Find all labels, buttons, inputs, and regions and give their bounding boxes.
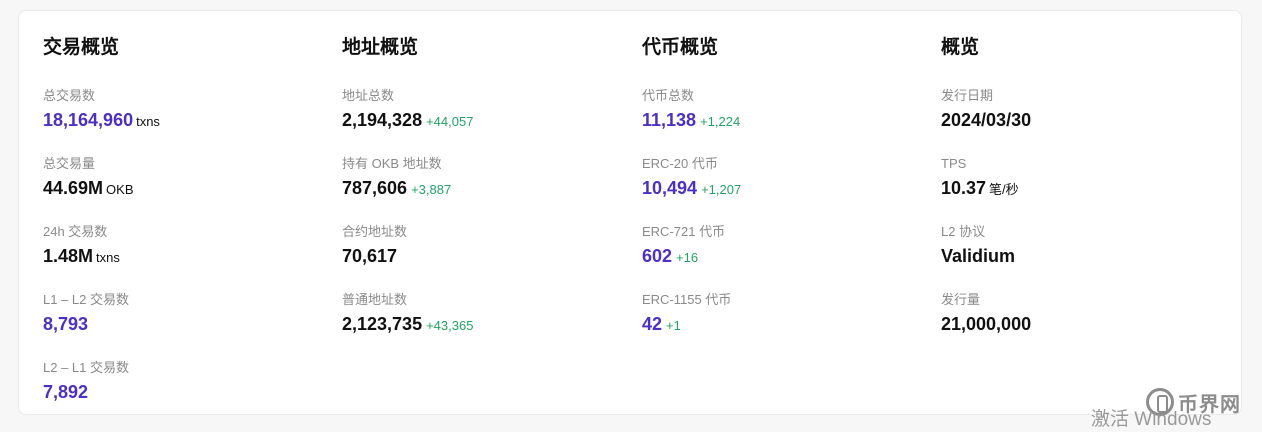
stat-total-volume: 总交易量 44.69M OKB (43, 154, 160, 222)
stat-label: 代币总数 (642, 88, 695, 103)
general-overview-section: 概览 发行日期 2024/03/30 TPS 10.37 笔/秒 L2 协议 Va… (941, 35, 1031, 358)
stat-total-transactions: 总交易数 18,164,960 txns (43, 86, 160, 154)
stat-erc721-tokens: ERC-721 代币 602 +16 (642, 222, 741, 290)
stat-value[interactable]: 18,164,960 (43, 110, 133, 130)
stat-unit: txns (96, 250, 120, 265)
stat-value[interactable]: 7,892 (43, 382, 88, 402)
stat-supply: 发行量 21,000,000 (941, 290, 1031, 358)
stat-label: 合约地址数 (342, 224, 408, 239)
section-title: 代币概览 (642, 37, 719, 58)
stat-value: 10.37 (941, 178, 987, 198)
stat-value[interactable]: 8,793 (43, 314, 88, 334)
stat-unit: 笔/秒 (989, 182, 1019, 197)
token-overview-section: 代币概览 代币总数 11,138 +1,224 ERC-20 代币 10,494 +… (642, 35, 741, 358)
stat-contract-addresses: 合约地址数 70,617 (342, 222, 473, 290)
section-title: 地址概览 (342, 37, 419, 58)
address-overview-section: 地址概览 地址总数 2,194,328 +44,057 持有 OKB 地址数 78… (342, 35, 473, 358)
stat-value[interactable]: 42 (642, 314, 662, 334)
stat-label: 发行量 (941, 292, 981, 307)
stat-l2-l1-transactions: L2 – L1 交易数 7,892 (43, 358, 160, 426)
stat-label: ERC-20 代币 (642, 156, 718, 171)
stat-total-addresses: 地址总数 2,194,328 +44,057 (342, 86, 473, 154)
stat-regular-addresses: 普通地址数 2,123,735 +43,365 (342, 290, 473, 358)
stat-value[interactable]: 11,138 (642, 110, 696, 130)
stat-okb-holders: 持有 OKB 地址数 787,606 +3,887 (342, 154, 473, 222)
stat-label: L1 – L2 交易数 (43, 292, 129, 307)
stat-label: ERC-1155 代币 (642, 292, 732, 307)
stat-label: ERC-721 代币 (642, 224, 726, 239)
stat-unit: OKB (106, 182, 134, 197)
stat-erc1155-tokens: ERC-1155 代币 42 +1 (642, 290, 741, 358)
overview-card: 交易概览 总交易数 18,164,960 txns 总交易量 44.69M OKB … (18, 10, 1242, 415)
page-bottom-background (0, 415, 1262, 430)
section-title: 概览 (941, 37, 980, 58)
stat-delta: +44,057 (426, 114, 474, 129)
stat-label: 总交易数 (43, 88, 96, 103)
stat-delta: +1 (666, 318, 681, 333)
stat-value: 2,194,328 (342, 110, 423, 130)
stat-label: 持有 OKB 地址数 (342, 156, 442, 171)
stat-value[interactable]: 602 (642, 246, 672, 266)
stat-label: 24h 交易数 (43, 224, 108, 239)
stat-label: 地址总数 (342, 88, 395, 103)
stat-l2-protocol: L2 协议 Validium (941, 222, 1031, 290)
stat-l1-l2-transactions: L1 – L2 交易数 8,793 (43, 290, 160, 358)
transaction-overview-section: 交易概览 总交易数 18,164,960 txns 总交易量 44.69M OKB … (43, 35, 160, 426)
stat-unit: txns (136, 114, 160, 129)
stat-label: 总交易量 (43, 156, 96, 171)
stat-delta: +43,365 (426, 318, 474, 333)
stat-label: 发行日期 (941, 88, 994, 103)
section-title: 交易概览 (43, 37, 120, 58)
stat-value: Validium (941, 246, 1016, 266)
stat-value: 2024/03/30 (941, 110, 1032, 130)
stat-delta: +3,887 (411, 182, 452, 197)
windows-activation-watermark: 激活 Windows (1091, 409, 1212, 430)
stat-erc20-tokens: ERC-20 代币 10,494 +1,207 (642, 154, 741, 222)
stat-value: 44.69M (43, 178, 104, 198)
stat-delta: +1,224 (700, 114, 741, 129)
stat-launch-date: 发行日期 2024/03/30 (941, 86, 1031, 154)
stat-value: 21,000,000 (941, 314, 1032, 334)
stat-value: 2,123,735 (342, 314, 423, 334)
stat-total-tokens: 代币总数 11,138 +1,224 (642, 86, 741, 154)
stat-label: L2 协议 (941, 224, 986, 239)
stat-value: 787,606 (342, 178, 408, 198)
stat-label: L2 – L1 交易数 (43, 360, 129, 375)
stat-delta: +1,207 (701, 182, 742, 197)
stat-label: 普通地址数 (342, 292, 408, 307)
stat-tps: TPS 10.37 笔/秒 (941, 154, 1031, 222)
stat-delta: +16 (676, 250, 699, 265)
stat-label: TPS (941, 156, 967, 171)
stat-value: 70,617 (342, 246, 398, 266)
stat-value: 1.48M (43, 246, 94, 266)
stat-value[interactable]: 10,494 (642, 178, 697, 198)
stat-24h-transactions: 24h 交易数 1.48M txns (43, 222, 160, 290)
